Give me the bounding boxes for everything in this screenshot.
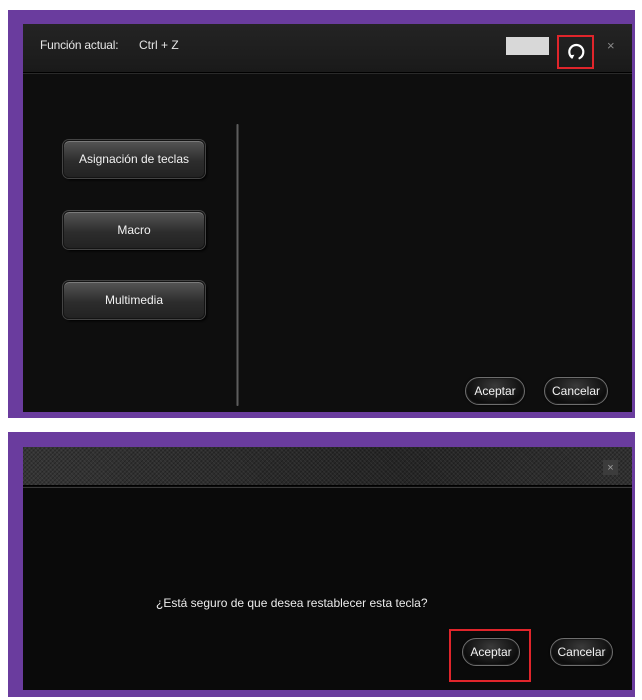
confirm-titlebar: ×: [23, 447, 632, 486]
cancel-button[interactable]: Cancelar: [544, 377, 608, 405]
confirm-message: ¿Está seguro de que desea restablecer es…: [156, 596, 428, 610]
close-icon[interactable]: ×: [603, 460, 618, 475]
macro-button[interactable]: Macro: [63, 211, 205, 249]
dialog-titlebar: Función actual: Ctrl + Z ×: [23, 24, 632, 73]
key-assignment-dialog: Función actual: Ctrl + Z × Asignación de…: [23, 24, 632, 412]
confirm-cancel-button[interactable]: Cancelar: [550, 638, 613, 666]
current-function-label: Función actual:: [40, 38, 119, 52]
current-function-value: Ctrl + Z: [139, 38, 179, 52]
bottom-dialog-frame: × ¿Está seguro de que desea restablecer …: [8, 432, 635, 697]
multimedia-button[interactable]: Multimedia: [63, 281, 205, 319]
confirm-accept-button[interactable]: Aceptar: [462, 638, 520, 666]
key-preview-swatch: [506, 37, 549, 55]
close-icon[interactable]: ×: [607, 38, 615, 53]
confirm-reset-dialog: × ¿Está seguro de que desea restablecer …: [23, 447, 632, 690]
reset-icon: [567, 43, 584, 60]
titlebar-separator: [23, 487, 632, 488]
reset-key-button[interactable]: [557, 35, 594, 69]
accept-button[interactable]: Aceptar: [465, 377, 525, 405]
top-dialog-frame: Función actual: Ctrl + Z × Asignación de…: [8, 10, 635, 418]
vertical-divider: [236, 124, 239, 406]
key-assignment-button[interactable]: Asignación de teclas: [63, 140, 205, 178]
